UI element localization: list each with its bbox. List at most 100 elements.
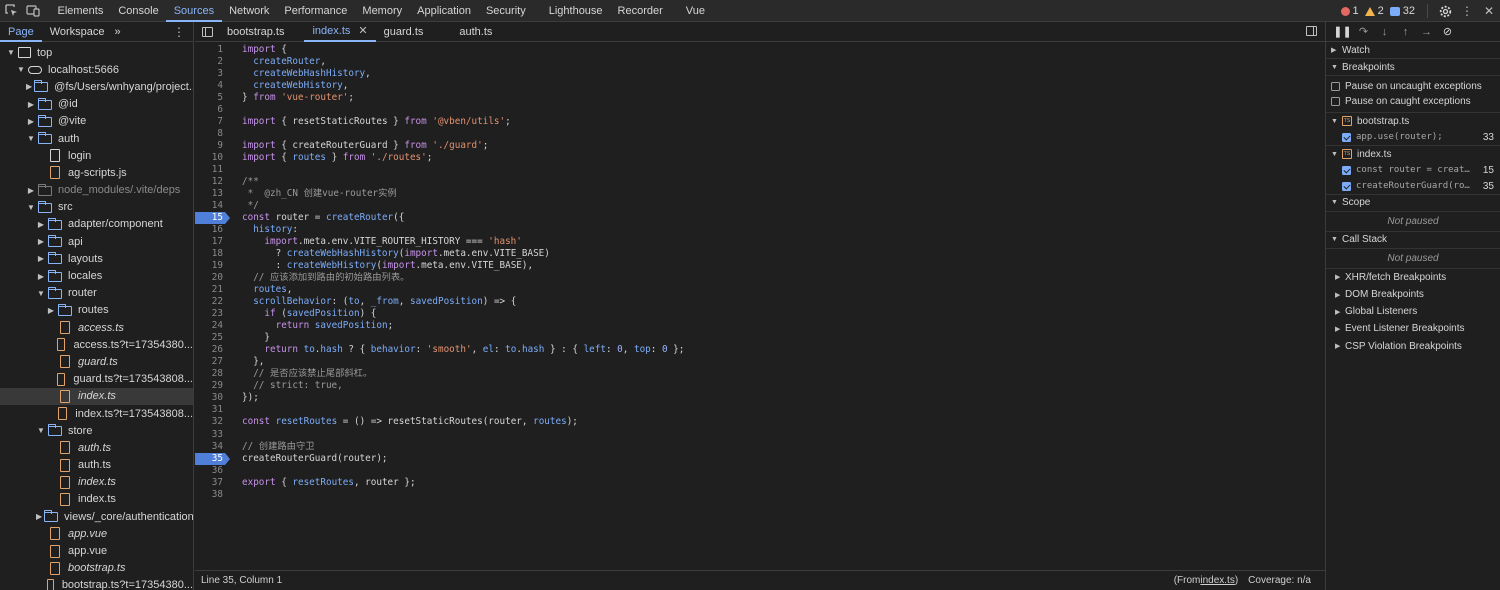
line-number[interactable]: 6 [195,104,225,116]
code-line[interactable]: 27 }, [195,356,1325,368]
chevron-right-icon[interactable]: ▶ [26,117,36,126]
tree-item[interactable]: app.vue [0,525,193,542]
navigator-menu-icon[interactable]: ⋮ [173,25,185,39]
chevron-right-icon[interactable]: ▶ [26,82,32,91]
step-over-icon[interactable]: ↷ [1353,24,1374,40]
breakpoint-item[interactable]: createRouterGuard(rou... 35 [1326,178,1500,194]
tree-item[interactable]: ▼ localhost:5666 [0,61,193,78]
line-number[interactable]: 17 [195,236,225,248]
line-number[interactable]: 16 [195,224,225,236]
editor-tab-auth-ts[interactable]: auth.ts [431,22,500,42]
chevron-down-icon[interactable]: ▼ [26,134,36,143]
tree-item[interactable]: guard.ts?t=173543808... [0,371,193,388]
line-number[interactable]: 14 [195,200,225,212]
code-line[interactable]: 15 const router = createRouter({ [195,212,1325,225]
editor-tab-bootstrap-ts[interactable]: bootstrap.ts [219,22,304,42]
tree-item[interactable]: bootstrap.ts?t=17354380... [0,577,193,590]
line-number[interactable]: 20 [195,272,225,284]
section-csp-violation-breakpoints[interactable]: ▶ CSP Violation Breakpoints [1326,338,1500,355]
code-line[interactable]: 37 export { resetRoutes, router }; [195,477,1325,489]
tree-item[interactable]: ag-scripts.js [0,164,193,181]
tree-item[interactable]: auth.ts [0,439,193,456]
line-number[interactable]: 12 [195,176,225,188]
tab-workspace[interactable]: Workspace [42,22,113,42]
tree-item[interactable]: ▶ routes [0,302,193,319]
editor-tab-index-ts[interactable]: index.ts ✕ [304,21,376,42]
source-from-link[interactable]: index.ts [1200,575,1234,586]
section-dom-breakpoints[interactable]: ▶ DOM Breakpoints [1326,286,1500,303]
toggle-navigator-icon[interactable] [195,22,219,42]
breakpoint-checkbox[interactable] [1342,181,1351,191]
pause-caught-checkbox[interactable] [1331,96,1340,106]
chevron-right-icon[interactable]: ▶ [46,306,56,315]
message-count-badge[interactable]: 32 [1389,5,1415,17]
tree-item[interactable]: ▼ auth [0,130,193,147]
step-icon[interactable]: → [1416,24,1437,40]
code-line[interactable]: 9 import { createRouterGuard } from './gu… [195,140,1325,152]
tree-item[interactable]: guard.ts [0,353,193,370]
tree-item[interactable]: login [0,147,193,164]
tree-item[interactable]: ▶ node_modules/.vite/deps [0,182,193,199]
tree-item[interactable]: index.ts [0,491,193,508]
tree-item[interactable]: ▶ adapter/component [0,216,193,233]
chevron-right-icon[interactable]: ▶ [36,237,46,246]
tree-item[interactable]: ▶ api [0,233,193,250]
chevron-right-icon[interactable]: ▶ [36,254,46,263]
tab-elements[interactable]: Elements [50,0,111,22]
tab-network[interactable]: Network [222,0,277,22]
line-number[interactable]: 21 [195,284,225,296]
tab-application[interactable]: Application [410,0,479,22]
pause-caught-row[interactable]: Pause on caught exceptions [1326,94,1500,109]
line-number[interactable]: 27 [195,356,225,368]
code-line[interactable]: 34 // 创建路由守卫 [195,441,1325,453]
code-line[interactable]: 17 import.meta.env.VITE_ROUTER_HISTORY =… [195,236,1325,248]
code-line[interactable]: 7 import { resetStaticRoutes } from '@vbe… [195,116,1325,128]
chevron-down-icon[interactable]: ▼ [16,65,26,74]
line-number[interactable]: 34 [195,441,225,453]
breakpoints-section[interactable]: ▼ Breakpoints [1326,59,1500,77]
code-line[interactable]: 26 return to.hash ? { behavior: 'smooth'… [195,344,1325,356]
breakpoint-item[interactable]: app.use(router); 33 [1326,129,1500,145]
more-tabs-chevron-icon[interactable]: » [113,22,123,42]
breakpoint-marker[interactable]: 15 [195,212,230,225]
breakpoint-file-index-ts[interactable]: ▼ TS index.ts [1326,145,1500,162]
error-count-badge[interactable]: 1 [1340,5,1359,17]
code-line[interactable]: 3 createWebHashHistory, [195,68,1325,80]
pause-uncaught-row[interactable]: Pause on uncaught exceptions [1326,79,1500,94]
tree-item[interactable]: index.ts?t=173543808... [0,405,193,422]
code-line[interactable]: 24 return savedPosition; [195,320,1325,332]
tree-item[interactable]: ▼ store [0,422,193,439]
code-line[interactable]: 16 history: [195,224,1325,236]
tree-item[interactable]: auth.ts [0,457,193,474]
line-number[interactable]: 10 [195,152,225,164]
line-number[interactable]: 8 [195,128,225,140]
line-number[interactable]: 7 [195,116,225,128]
line-number[interactable]: 3 [195,68,225,80]
pause-uncaught-checkbox[interactable] [1331,82,1340,92]
tab-sources[interactable]: Sources [166,0,222,22]
line-number[interactable]: 24 [195,320,225,332]
code-line[interactable]: 36 [195,465,1325,477]
tree-item[interactable]: ▶ locales [0,267,193,284]
chevron-down-icon[interactable]: ▼ [6,48,16,57]
call-stack-section[interactable]: ▼ Call Stack [1326,232,1500,249]
code-line[interactable]: 18 ? createWebHashHistory(import.meta.en… [195,248,1325,260]
code-line[interactable]: 1 import { [195,44,1325,56]
code-line[interactable]: 33 [195,429,1325,441]
warning-count-badge[interactable]: 2 [1364,5,1384,17]
section-global-listeners[interactable]: ▶ Global Listeners [1326,303,1500,320]
line-number[interactable]: 11 [195,164,225,176]
line-number[interactable]: 18 [195,248,225,260]
tab-lighthouse[interactable]: Lighthouse [541,0,610,22]
code-line[interactable]: 30}); [195,392,1325,404]
line-number[interactable]: 25 [195,332,225,344]
line-number[interactable]: 36 [195,465,225,477]
tree-item[interactable]: app.vue [0,542,193,559]
line-number[interactable]: 4 [195,80,225,92]
close-devtools-icon[interactable]: ✕ [1478,0,1500,22]
line-number[interactable]: 38 [195,489,225,501]
inspect-element-icon[interactable] [0,0,22,22]
code-line[interactable]: 38 [195,489,1325,501]
line-number[interactable]: 5 [195,92,225,104]
code-line[interactable]: 20 // 应该添加到路由的初始路由列表。 [195,272,1325,284]
